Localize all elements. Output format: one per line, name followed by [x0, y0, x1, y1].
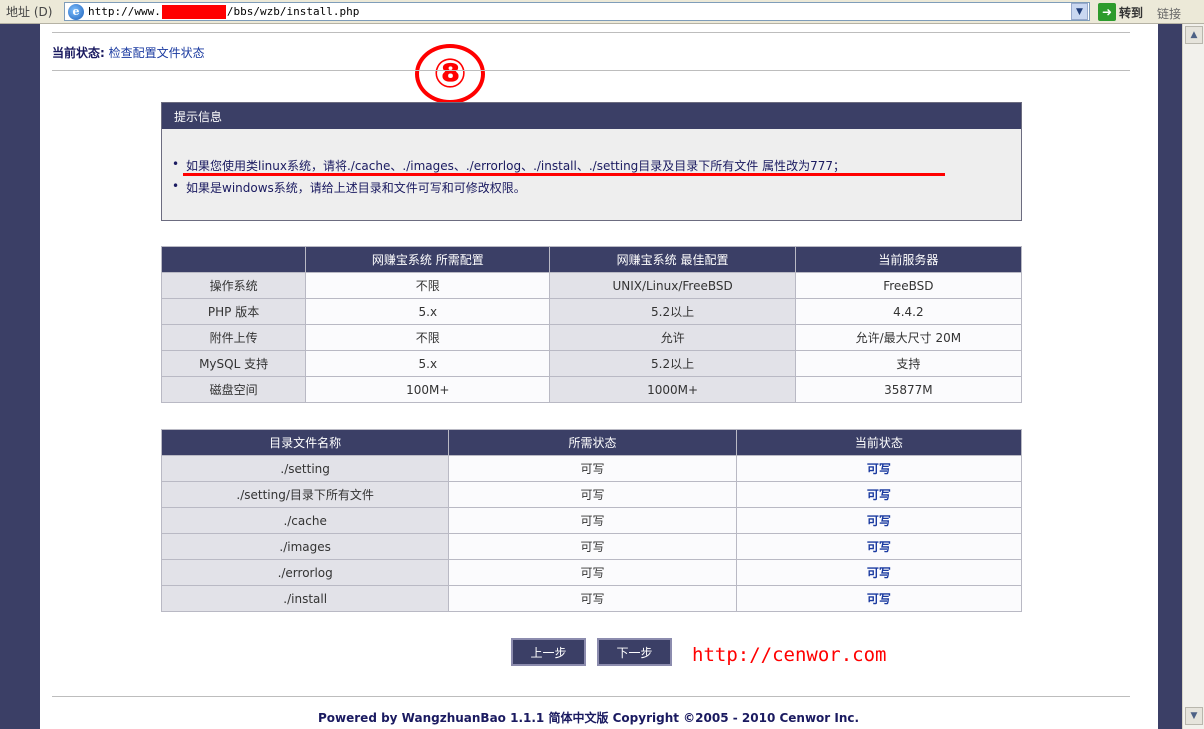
table-header: 目录文件名称	[160, 429, 450, 456]
table-cell: 可写	[448, 455, 737, 482]
table-cell: 5.x	[305, 298, 551, 325]
next-step-button[interactable]: 下一步	[597, 638, 672, 666]
table-cell: 操作系统	[160, 272, 307, 299]
footer-divider	[52, 696, 1130, 697]
table-cell: 4.4.2	[794, 298, 1023, 325]
go-label: 转到	[1119, 5, 1144, 20]
url-text: http://www. /bbs/wzb/install.php	[88, 4, 360, 19]
table-cell: 1000M+	[549, 376, 796, 403]
table-header-row: 网赚宝系统 所需配置 网赚宝系统 最佳配置 当前服务器	[160, 246, 1023, 273]
address-label: 地址 (D)	[6, 5, 53, 19]
address-bar: 地址 (D) e http://www. /bbs/wzb/install.ph…	[0, 0, 1204, 24]
table-cell: 可写	[448, 585, 737, 612]
current-status: 当前状态: 检查配置文件状态	[52, 44, 205, 61]
table-cell: 可写	[448, 481, 737, 508]
table-cell: 不限	[305, 272, 551, 299]
table-row: 附件上传 不限 允许 允许/最大尺寸 20M	[160, 324, 1023, 351]
table-cell: ./errorlog	[160, 559, 450, 586]
red-underline-annotation	[183, 173, 945, 176]
table-cell: 可写	[735, 559, 1023, 586]
table-header	[160, 246, 307, 273]
go-button[interactable]: ➜ 转到	[1098, 3, 1143, 21]
page-frame-left	[0, 24, 40, 729]
site-url-annotation: http://cenwor.com	[692, 644, 887, 666]
step-badge-annotation: ⑧	[415, 44, 485, 104]
table-cell: 可写	[735, 455, 1023, 482]
tip-linux: 如果您使用类linux系统，请将./cache、./images、./error…	[172, 157, 845, 174]
table-cell: ./images	[160, 533, 450, 560]
table-cell: UNIX/Linux/FreeBSD	[549, 272, 796, 299]
table-row: ./images 可写 可写	[160, 533, 1023, 560]
url-prefix: http://www.	[88, 5, 161, 18]
table-cell: ./cache	[160, 507, 450, 534]
table-cell: 可写	[735, 533, 1023, 560]
table-header-row: 目录文件名称 所需状态 当前状态	[160, 429, 1023, 456]
table-cell: ./setting	[160, 455, 450, 482]
footer-copyright: Powered by WangzhuanBao 1.1.1 简体中文版 Copy…	[318, 711, 860, 725]
table-row: ./install 可写 可写	[160, 585, 1023, 612]
scroll-up-icon[interactable]: ▲	[1185, 26, 1203, 44]
table-row: ./errorlog 可写 可写	[160, 559, 1023, 586]
table-cell: 100M+	[305, 376, 551, 403]
table-cell: 5.x	[305, 350, 551, 377]
prev-step-button[interactable]: 上一步	[511, 638, 586, 666]
table-cell: MySQL 支持	[160, 350, 307, 377]
table-cell: 5.2以上	[549, 350, 796, 377]
table-header: 当前服务器	[794, 246, 1023, 273]
table-cell: 可写	[448, 533, 737, 560]
ie-page-icon: e	[68, 3, 84, 20]
table-row: ./setting/目录下所有文件 可写 可写	[160, 481, 1023, 508]
table-header: 网赚宝系统 最佳配置	[549, 246, 796, 273]
status-value: 检查配置文件状态	[108, 46, 205, 60]
page-frame-right	[1158, 24, 1182, 729]
table-cell: 可写	[735, 585, 1023, 612]
scroll-down-icon[interactable]: ▼	[1185, 707, 1203, 725]
table-cell: 不限	[305, 324, 551, 351]
links-label[interactable]: 链接	[1157, 5, 1181, 22]
table-header: 当前状态	[735, 429, 1023, 456]
url-suffix: /bbs/wzb/install.php	[226, 5, 360, 18]
directory-table: 目录文件名称 所需状态 当前状态 ./setting 可写 可写 ./setti…	[160, 429, 1023, 612]
table-cell: PHP 版本	[160, 298, 307, 325]
tips-panel: 提示信息 如果您使用类linux系统，请将./cache、./images、./…	[161, 102, 1022, 221]
table-header: 网赚宝系统 所需配置	[305, 246, 551, 273]
table-row: 操作系统 不限 UNIX/Linux/FreeBSD FreeBSD	[160, 272, 1023, 299]
go-arrow-icon: ➜	[1098, 3, 1116, 21]
tips-title: 提示信息	[162, 103, 1021, 129]
table-cell: 磁盘空间	[160, 376, 307, 403]
table-cell: 5.2以上	[549, 298, 796, 325]
table-row: ./setting 可写 可写	[160, 455, 1023, 482]
table-header: 所需状态	[448, 429, 737, 456]
table-cell: 可写	[448, 559, 737, 586]
config-table: 网赚宝系统 所需配置 网赚宝系统 最佳配置 当前服务器 操作系统 不限 UNIX…	[160, 246, 1023, 403]
status-label: 当前状态:	[52, 46, 105, 60]
table-row: ./cache 可写 可写	[160, 507, 1023, 534]
install-page: 当前状态: 检查配置文件状态 ⑧ 提示信息 如果您使用类linux系统，请将./…	[40, 24, 1158, 729]
tip-windows: 如果是windows系统，请给上述目录和文件可写和可修改权限。	[172, 179, 526, 196]
table-cell: 可写	[735, 507, 1023, 534]
table-cell: ./setting/目录下所有文件	[160, 481, 450, 508]
chevron-down-icon[interactable]: ▼	[1071, 3, 1088, 20]
table-row: PHP 版本 5.x 5.2以上 4.4.2	[160, 298, 1023, 325]
table-cell: 可写	[735, 481, 1023, 508]
table-cell: 允许	[549, 324, 796, 351]
table-cell: 35877M	[794, 376, 1023, 403]
top-divider	[52, 32, 1130, 33]
redacted-domain	[161, 4, 226, 19]
table-cell: 附件上传	[160, 324, 307, 351]
table-cell: FreeBSD	[794, 272, 1023, 299]
table-cell: 允许/最大尺寸 20M	[794, 324, 1023, 351]
table-row: MySQL 支持 5.x 5.2以上 支持	[160, 350, 1023, 377]
table-cell: 支持	[794, 350, 1023, 377]
vertical-scrollbar[interactable]: ▲ ▼	[1182, 24, 1204, 729]
table-row: 磁盘空间 100M+ 1000M+ 35877M	[160, 376, 1023, 403]
status-divider	[52, 70, 1130, 71]
table-cell: ./install	[160, 585, 450, 612]
address-input[interactable]: e http://www. /bbs/wzb/install.php	[64, 2, 1090, 21]
table-cell: 可写	[448, 507, 737, 534]
